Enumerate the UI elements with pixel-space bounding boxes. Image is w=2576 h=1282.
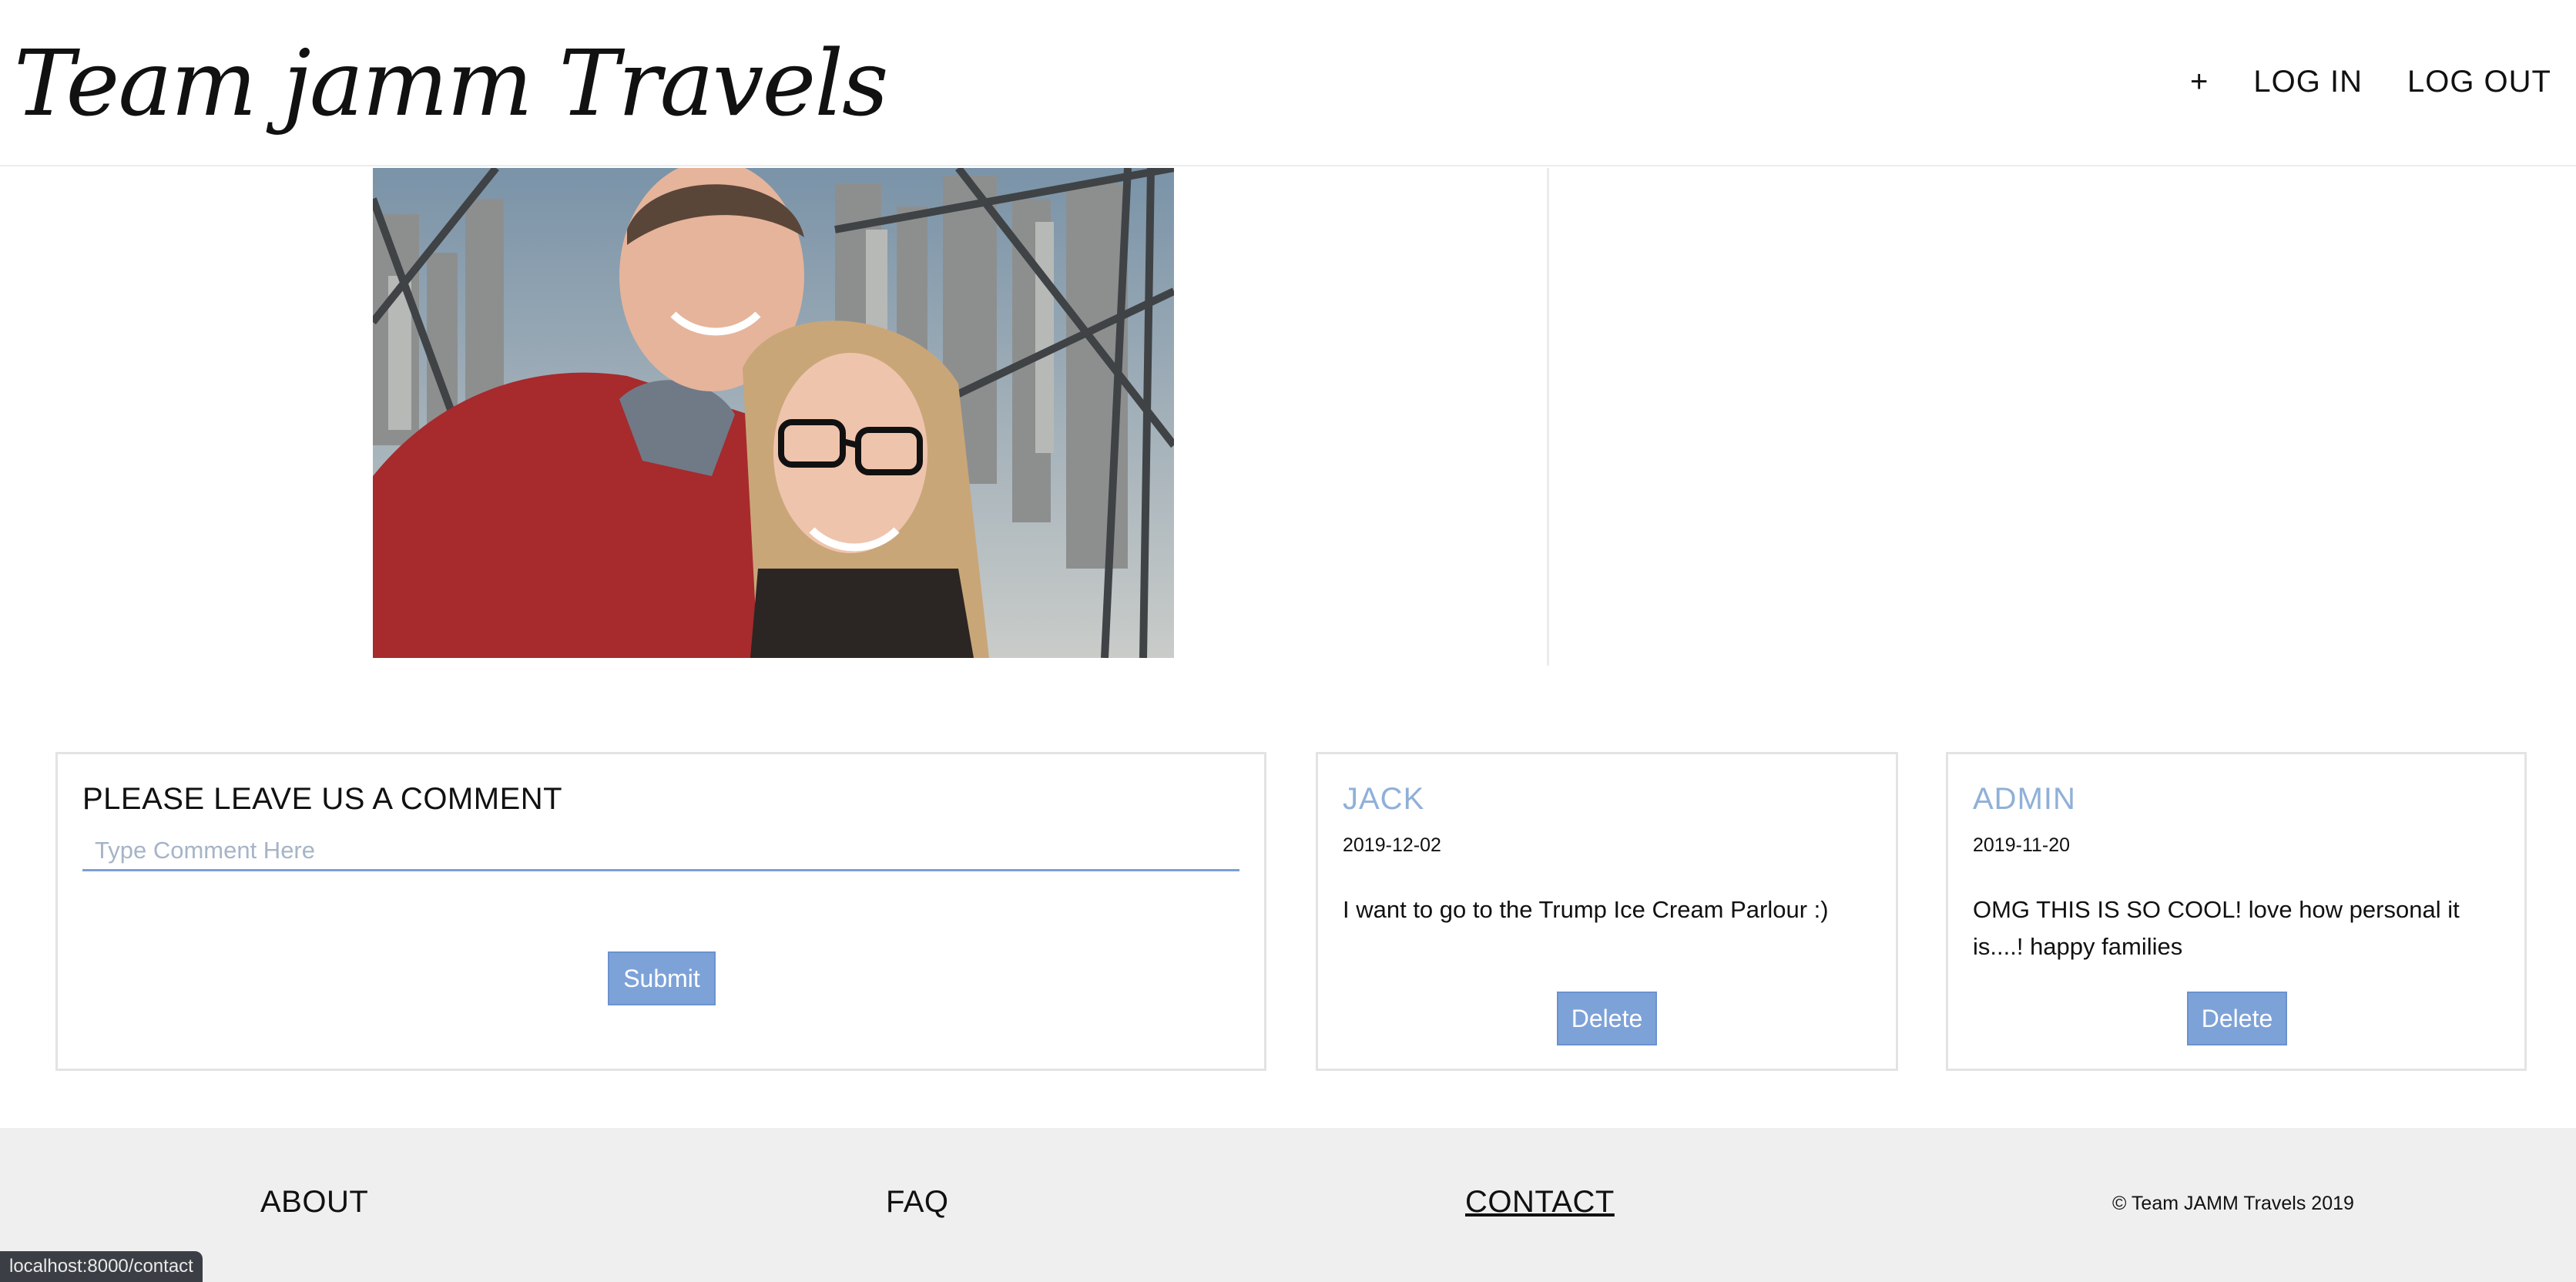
submit-button[interactable]: Submit [608, 951, 716, 1005]
logout-link[interactable]: LOG OUT [2407, 65, 2551, 99]
add-post-link[interactable]: + [2190, 65, 2209, 99]
comment-text: I want to go to the Trump Ice Cream Parl… [1343, 896, 1829, 923]
comment-date: 2019-12-02 [1343, 834, 1441, 856]
comment-card: JACK 2019-12-02 I want to go to the Trum… [1316, 752, 1898, 1071]
footer-contact-link[interactable]: CONTACT [1465, 1185, 1615, 1220]
copyright-text: © Team JAMM Travels 2019 [2112, 1193, 2354, 1214]
browser-status-url: localhost:8000/contact [0, 1251, 203, 1282]
comment-text: OMG THIS IS SO COOL! love how personal i… [1973, 896, 2460, 960]
footer-faq-link[interactable]: FAQ [886, 1185, 949, 1220]
post-photo [373, 168, 1174, 658]
site-footer: ABOUT FAQ CONTACT © Team JAMM Travels 20… [0, 1128, 2576, 1282]
selfie-photo-image [373, 168, 1174, 658]
delete-comment-button[interactable]: Delete [1557, 992, 1657, 1045]
delete-comment-button[interactable]: Delete [2187, 992, 2287, 1045]
comment-input[interactable] [82, 831, 1239, 871]
comment-form-card: PLEASE LEAVE US A COMMENT Submit [55, 752, 1266, 1071]
comment-author: ADMIN [1973, 782, 2076, 816]
page: Team jamm Travels + LOG IN LOG OUT PLEAS… [0, 0, 2576, 1282]
site-header: Team jamm Travels + LOG IN LOG OUT [0, 0, 2576, 166]
footer-about-link[interactable]: ABOUT [260, 1185, 368, 1220]
comment-form-title: PLEASE LEAVE US A COMMENT [82, 782, 563, 816]
comment-card: ADMIN 2019-11-20 OMG THIS IS SO COOL! lo… [1946, 752, 2527, 1071]
login-link[interactable]: LOG IN [2253, 65, 2363, 99]
site-logo[interactable]: Team jamm Travels [14, 14, 889, 153]
comment-author: JACK [1343, 782, 1425, 816]
main-nav: + LOG IN LOG OUT [2145, 45, 2551, 119]
column-divider [1547, 168, 1549, 666]
comment-date: 2019-11-20 [1973, 834, 2071, 856]
